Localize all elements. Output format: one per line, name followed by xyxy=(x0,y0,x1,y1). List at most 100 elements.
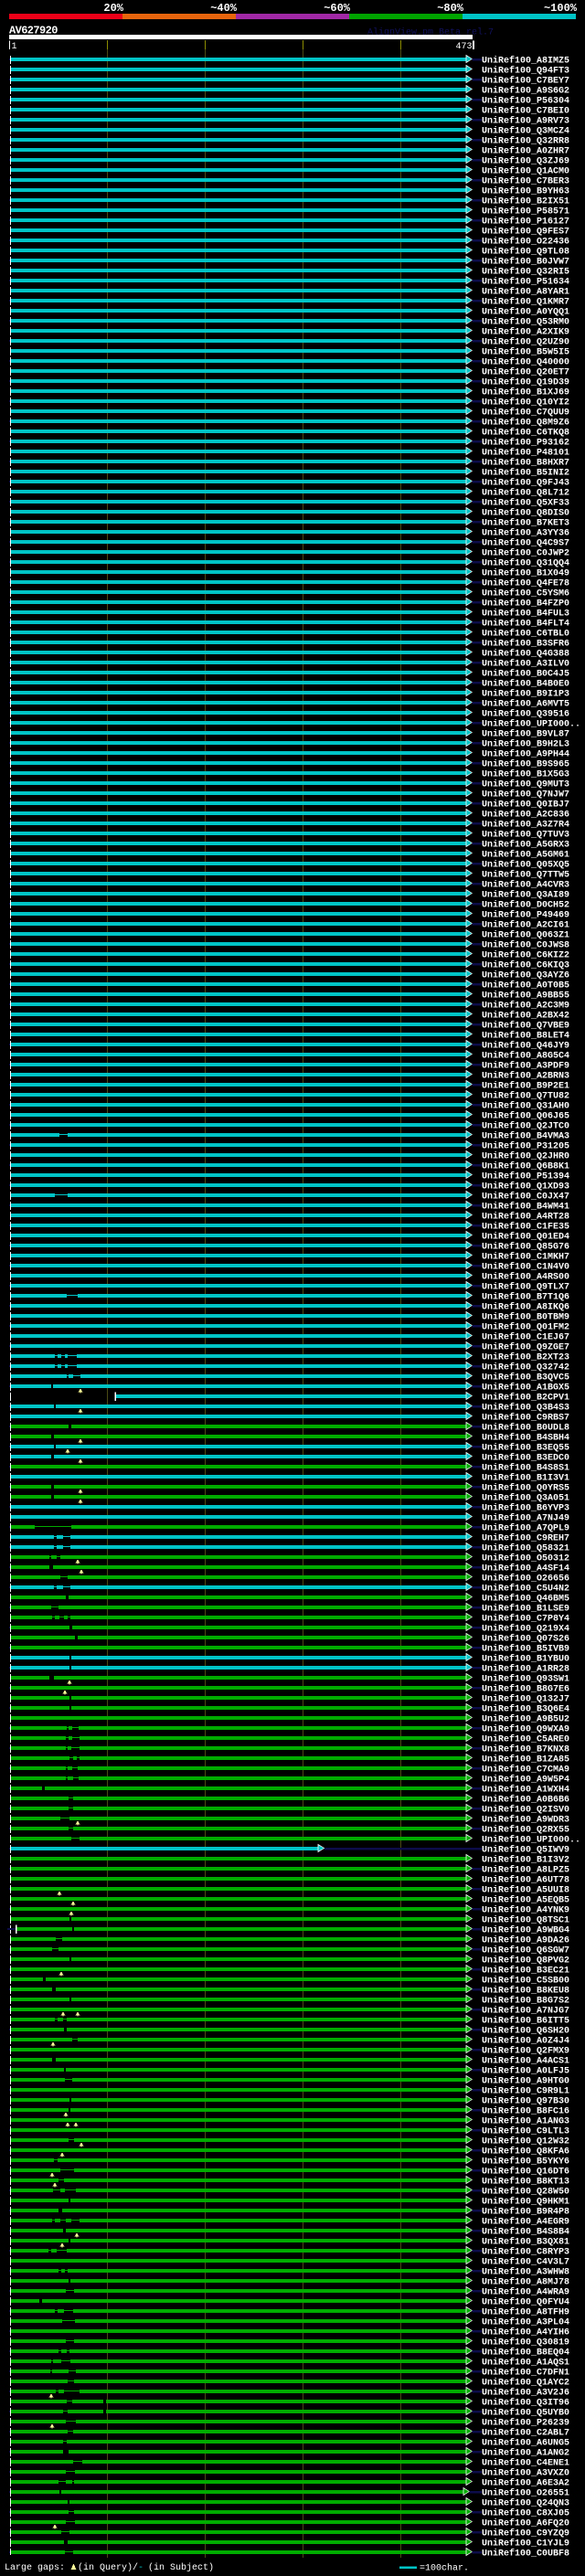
svg-text:UniRef100_C0JWS8: UniRef100_C0JWS8 xyxy=(482,940,569,951)
svg-text:UniRef100_Q06J65: UniRef100_Q06J65 xyxy=(482,1111,569,1122)
svg-text:UniRef100_Q5UYB0: UniRef100_Q5UYB0 xyxy=(482,2408,569,2419)
svg-text:UniRef100_Q28W50: UniRef100_Q28W50 xyxy=(482,2187,569,2198)
svg-text:UniRef100_A9BB55: UniRef100_A9BB55 xyxy=(482,991,569,1002)
svg-text:UniRef100_A2BRN3: UniRef100_A2BRN3 xyxy=(482,1071,569,1082)
svg-text:UniRef100_C4V3L7: UniRef100_C4V3L7 xyxy=(482,2257,569,2268)
svg-text:UniRef100_B2IX51: UniRef100_B2IX51 xyxy=(482,196,569,207)
svg-text:UniRef100_Q6SH20: UniRef100_Q6SH20 xyxy=(482,2026,569,2037)
svg-text:UniRef100_Q93SW1: UniRef100_Q93SW1 xyxy=(482,1674,569,1685)
svg-text:UniRef100_A7QPL9: UniRef100_A7QPL9 xyxy=(482,1523,569,1534)
svg-text:UniRef100_Q97B30: UniRef100_Q97B30 xyxy=(482,2096,569,2107)
svg-text:UniRef100_A4WRA9: UniRef100_A4WRA9 xyxy=(482,2287,569,2298)
svg-text:UniRef100_B2XT23: UniRef100_B2XT23 xyxy=(482,1352,569,1363)
svg-text:UniRef100_C9YZQ9: UniRef100_C9YZQ9 xyxy=(482,2528,569,2539)
svg-text:UniRef100_Q94FT3: UniRef100_Q94FT3 xyxy=(482,66,569,77)
svg-text:UniRef100_B9S965: UniRef100_B9S965 xyxy=(482,759,569,770)
svg-text:UniRef100_B8FC16: UniRef100_B8FC16 xyxy=(482,2106,569,2117)
svg-text:UniRef100_B4FUL3: UniRef100_B4FUL3 xyxy=(482,609,569,620)
svg-text:UniRef100_C1MKH7: UniRef100_C1MKH7 xyxy=(482,1252,569,1263)
svg-text:UniRef100_B3EDC0: UniRef100_B3EDC0 xyxy=(482,1453,569,1464)
svg-text:UniRef100_Q3B4S3: UniRef100_Q3B4S3 xyxy=(482,1403,569,1414)
svg-text:UniRef100_Q3AYZ6: UniRef100_Q3AYZ6 xyxy=(482,970,569,981)
svg-text:UniRef100_A1RR28: UniRef100_A1RR28 xyxy=(482,1664,569,1675)
svg-text:UniRef100_Q8PVG2: UniRef100_Q8PVG2 xyxy=(482,1956,569,1966)
svg-text:UniRef100_A2C836: UniRef100_A2C836 xyxy=(482,810,569,821)
svg-text:UniRef100_B3EC21: UniRef100_B3EC21 xyxy=(482,1966,569,1977)
svg-text:UniRef100_A5UUI8: UniRef100_A5UUI8 xyxy=(482,1885,569,1896)
svg-text:UniRef100_C7BEY7: UniRef100_C7BEY7 xyxy=(482,76,569,87)
svg-text:UniRef100_Q53RM0: UniRef100_Q53RM0 xyxy=(482,317,569,328)
svg-text:UniRef100_A0T0B5: UniRef100_A0T0B5 xyxy=(482,981,569,991)
svg-text:UniRef100_Q1AYC2: UniRef100_Q1AYC2 xyxy=(482,2378,569,2389)
svg-text:UniRef100_Q8KFA6: UniRef100_Q8KFA6 xyxy=(482,2147,569,2157)
svg-text:UniRef100_Q32742: UniRef100_Q32742 xyxy=(482,1362,569,1373)
svg-text:1: 1 xyxy=(12,42,17,52)
svg-text:UniRef100_B8LET4: UniRef100_B8LET4 xyxy=(482,1031,569,1042)
svg-text:UniRef100_C5SB00: UniRef100_C5SB00 xyxy=(482,1976,569,1987)
svg-text:UniRef100_Q2RX55: UniRef100_Q2RX55 xyxy=(482,1825,569,1836)
svg-text:UniRef100_A3PL04: UniRef100_A3PL04 xyxy=(482,2317,569,2328)
svg-text:UniRef100_A4EGR9: UniRef100_A4EGR9 xyxy=(482,2217,569,2228)
svg-text:UniRef100_B6YVP3: UniRef100_B6YVP3 xyxy=(482,1503,569,1514)
svg-text:UniRef100_A8LPZ5: UniRef100_A8LPZ5 xyxy=(482,1865,569,1876)
svg-text:UniRef100_B5W5I5: UniRef100_B5W5I5 xyxy=(482,347,569,358)
svg-text:UniRef100_B4WM41: UniRef100_B4WM41 xyxy=(482,1202,569,1213)
svg-text:UniRef100_A5GRX3: UniRef100_A5GRX3 xyxy=(482,840,569,851)
svg-text:UniRef100_C6TBL0: UniRef100_C6TBL0 xyxy=(482,629,569,640)
svg-text:UniRef100_A1ANG3: UniRef100_A1ANG3 xyxy=(482,2116,569,2127)
svg-text:UniRef100_Q24QN3: UniRef100_Q24QN3 xyxy=(482,2498,569,2509)
svg-text:(in Subject): (in Subject) xyxy=(148,2562,214,2573)
svg-text:UniRef100_Q39516: UniRef100_Q39516 xyxy=(482,709,569,720)
svg-text:UniRef100_C7QUU9: UniRef100_C7QUU9 xyxy=(482,408,569,419)
svg-text:UniRef100_A3YY36: UniRef100_A3YY36 xyxy=(482,528,569,539)
svg-text:UniRef100_Q19D39: UniRef100_Q19D39 xyxy=(482,377,569,388)
svg-text:UniRef100_Q58321: UniRef100_Q58321 xyxy=(482,1543,569,1554)
svg-text:UniRef100_Q7TU82: UniRef100_Q7TU82 xyxy=(482,1091,569,1102)
svg-text:UniRef100_C5YSM6: UniRef100_C5YSM6 xyxy=(482,588,569,599)
svg-text:UniRef100_A4SF14: UniRef100_A4SF14 xyxy=(482,1564,569,1574)
svg-text:~40%: ~40% xyxy=(210,2,238,15)
svg-text:UniRef100_P51634: UniRef100_P51634 xyxy=(482,277,569,288)
svg-text:UniRef100_Q7TTW5: UniRef100_Q7TTW5 xyxy=(482,870,569,881)
svg-text:UniRef100_A0LFJ5: UniRef100_A0LFJ5 xyxy=(482,2066,569,2077)
svg-text:UniRef100_P31205: UniRef100_P31205 xyxy=(482,1141,569,1152)
svg-text:UniRef100_A1BGX5: UniRef100_A1BGX5 xyxy=(482,1383,569,1394)
svg-text:473: 473 xyxy=(455,42,472,52)
svg-text:UniRef100_B1X049: UniRef100_B1X049 xyxy=(482,568,569,579)
svg-text:UniRef100_C2ABL7: UniRef100_C2ABL7 xyxy=(482,2428,569,2439)
svg-text:UniRef100_B0C4J5: UniRef100_B0C4J5 xyxy=(482,669,569,680)
svg-text:UniRef100_Q132J7: UniRef100_Q132J7 xyxy=(482,1694,569,1705)
svg-text:~80%: ~80% xyxy=(437,2,464,15)
svg-text:UniRef100_A3VXZ0: UniRef100_A3VXZ0 xyxy=(482,2468,569,2479)
svg-text:UniRef100_B0JVW7: UniRef100_B0JVW7 xyxy=(482,257,569,268)
svg-text:UniRef100_B6ITT5: UniRef100_B6ITT5 xyxy=(482,2016,569,2027)
svg-text:UniRef100_Q46BM5: UniRef100_Q46BM5 xyxy=(482,1594,569,1605)
svg-text:UniRef100_Q9HKM1: UniRef100_Q9HKM1 xyxy=(482,2197,569,2208)
svg-text:UniRef100_P58571: UniRef100_P58571 xyxy=(482,207,569,217)
svg-text:UniRef100_Q31QQ4: UniRef100_Q31QQ4 xyxy=(482,558,569,569)
svg-text:UniRef100_Q9ZGE7: UniRef100_Q9ZGE7 xyxy=(482,1342,569,1353)
svg-text:UniRef100_A0B6B6: UniRef100_A0B6B6 xyxy=(482,1795,569,1806)
svg-text:UniRef100_Q3A051: UniRef100_Q3A051 xyxy=(482,1493,569,1504)
svg-text:UniRef100_UPI000..: UniRef100_UPI000.. xyxy=(482,1835,580,1846)
svg-text:UniRef100_Q12W32: UniRef100_Q12W32 xyxy=(482,2136,569,2147)
svg-text:UniRef100_Q5IWV9: UniRef100_Q5IWV9 xyxy=(482,1845,569,1856)
svg-text:UniRef100_B0UDL8: UniRef100_B0UDL8 xyxy=(482,1423,569,1434)
svg-text:UniRef100_C0UBF8: UniRef100_C0UBF8 xyxy=(482,2549,569,2560)
svg-text:UniRef100_A3Z7R4: UniRef100_A3Z7R4 xyxy=(482,820,569,831)
svg-text:UniRef100_B4FLT4: UniRef100_B4FLT4 xyxy=(482,619,569,630)
svg-text:UniRef100_B1ZA85: UniRef100_B1ZA85 xyxy=(482,1754,569,1765)
svg-text:UniRef100_A4CVR3: UniRef100_A4CVR3 xyxy=(482,880,569,891)
svg-text:UniRef100_Q4C9S7: UniRef100_Q4C9S7 xyxy=(482,538,569,549)
svg-text:UniRef100_C8XJ05: UniRef100_C8XJ05 xyxy=(482,2508,569,2519)
svg-text:UniRef100_B9R4P8: UniRef100_B9R4P8 xyxy=(482,2207,569,2218)
svg-text:UniRef100_Q20ET7: UniRef100_Q20ET7 xyxy=(482,367,569,378)
svg-text:UniRef100_Q2ISV0: UniRef100_Q2ISV0 xyxy=(482,1805,569,1816)
svg-text:UniRef100_Q7TUV3: UniRef100_Q7TUV3 xyxy=(482,830,569,841)
svg-text:UniRef100_B8G7S2: UniRef100_B8G7S2 xyxy=(482,1996,569,2007)
svg-text:UniRef100_B8KT13: UniRef100_B8KT13 xyxy=(482,2177,569,2188)
svg-text:UniRef100_B2CPV1: UniRef100_B2CPV1 xyxy=(482,1393,569,1404)
svg-text:UniRef100_C9R9L1: UniRef100_C9R9L1 xyxy=(482,2086,569,2097)
svg-text:UniRef100_Q7VBE9: UniRef100_Q7VBE9 xyxy=(482,1021,569,1032)
svg-text:-: - xyxy=(138,2563,144,2573)
